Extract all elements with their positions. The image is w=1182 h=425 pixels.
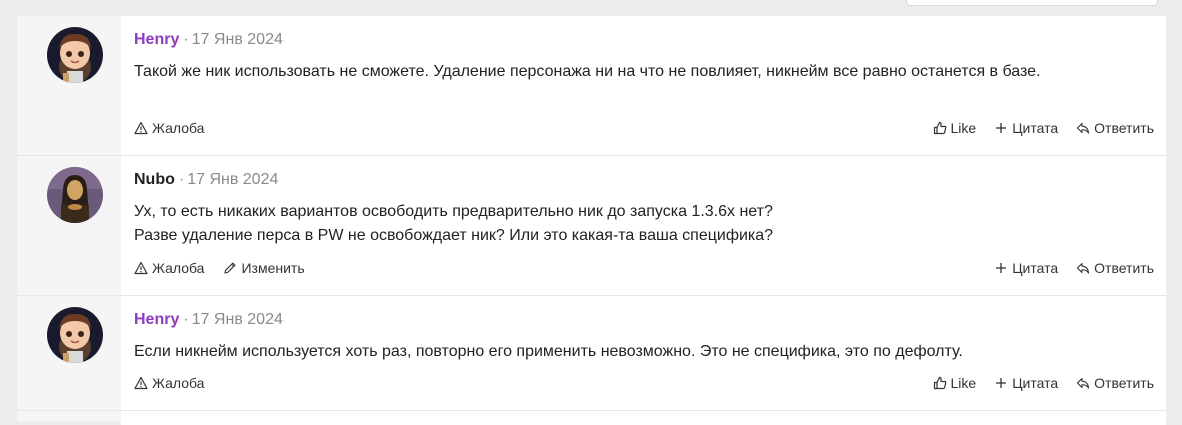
post-date[interactable]: 17 Янв 2024 bbox=[192, 311, 283, 328]
comment-post: Henry · 17 Янв 2024 Такой же ник использов… bbox=[17, 16, 1166, 156]
reply-arrow-icon bbox=[1077, 122, 1090, 134]
warning-triangle-icon bbox=[134, 121, 148, 135]
post-author-rail bbox=[17, 16, 121, 155]
quote-label: Цитата bbox=[1012, 260, 1059, 276]
quote-label: Цитата bbox=[1012, 375, 1059, 391]
reply-label: Ответить bbox=[1094, 260, 1154, 276]
warning-triangle-icon bbox=[134, 261, 148, 275]
post-actions: Жалоба Like Цитата Ответить bbox=[134, 118, 1154, 138]
post-author-rail bbox=[17, 156, 121, 295]
report-button[interactable]: Жалоба bbox=[134, 373, 204, 393]
post-date[interactable]: 17 Янв 2024 bbox=[192, 31, 283, 48]
meta-separator: · bbox=[183, 311, 189, 328]
report-label: Жалоба bbox=[152, 260, 205, 276]
thumbs-up-icon bbox=[933, 121, 946, 135]
like-label: Like bbox=[950, 375, 977, 391]
avatar[interactable] bbox=[47, 27, 103, 83]
warning-triangle-icon bbox=[134, 376, 148, 390]
report-label: Жалоба bbox=[152, 120, 205, 136]
pencil-icon bbox=[224, 262, 236, 274]
top-pagination-bar bbox=[17, 0, 1166, 16]
post-actions: Жалоба Like Цитата Ответить bbox=[134, 373, 1154, 393]
quote-button[interactable]: Цитата bbox=[994, 118, 1058, 138]
comment-post: Henry · 17 Янв 2024 Если никнейм используе… bbox=[17, 296, 1166, 411]
post-date[interactable]: 17 Янв 2024 bbox=[187, 171, 278, 188]
author-name[interactable]: Henry bbox=[134, 311, 179, 328]
like-button[interactable]: Like bbox=[933, 118, 977, 138]
comment-post bbox=[17, 411, 1166, 425]
post-meta: Henry · 17 Янв 2024 bbox=[134, 310, 1154, 330]
edit-button[interactable]: Изменить bbox=[223, 258, 305, 278]
like-label: Like bbox=[950, 120, 977, 136]
avatar[interactable] bbox=[47, 307, 103, 363]
comment-post: Nubo · 17 Янв 2024 Ух, то есть никаких вар… bbox=[17, 156, 1166, 296]
post-body: Henry · 17 Янв 2024 Если никнейм используе… bbox=[121, 296, 1166, 410]
quote-button[interactable]: Цитата bbox=[994, 258, 1058, 278]
reply-label: Ответить bbox=[1094, 375, 1154, 391]
post-actions: Жалоба Изменить Цитата Ответить bbox=[134, 258, 1154, 278]
reply-button[interactable]: Ответить bbox=[1076, 118, 1154, 138]
reply-button[interactable]: Ответить bbox=[1076, 258, 1154, 278]
reply-button[interactable]: Ответить bbox=[1076, 373, 1154, 393]
like-button[interactable]: Like bbox=[933, 373, 977, 393]
report-button[interactable]: Жалоба bbox=[134, 258, 204, 278]
plus-icon bbox=[996, 123, 1007, 133]
thumbs-up-icon bbox=[933, 376, 946, 390]
post-meta: Henry · 17 Янв 2024 bbox=[134, 30, 1154, 50]
quote-button[interactable]: Цитата bbox=[994, 373, 1058, 393]
author-name[interactable]: Nubo bbox=[134, 171, 175, 188]
author-name[interactable]: Henry bbox=[134, 31, 179, 48]
comment-thread: Henry · 17 Янв 2024 Такой же ник использов… bbox=[17, 16, 1166, 425]
plus-icon bbox=[996, 378, 1007, 388]
post-author-rail bbox=[17, 296, 121, 410]
post-author-rail bbox=[17, 411, 121, 421]
meta-separator: · bbox=[178, 171, 185, 188]
post-text-line: Разве удаление перса в PW не освобождает… bbox=[134, 227, 774, 244]
post-text: Такой же ник использовать не сможете. Уд… bbox=[134, 63, 1041, 80]
post-meta: Nubo · 17 Янв 2024 bbox=[134, 170, 1154, 190]
report-label: Жалоба bbox=[152, 375, 205, 391]
meta-separator: · bbox=[183, 31, 189, 48]
quote-label: Цитата bbox=[1012, 120, 1059, 136]
reply-label: Ответить bbox=[1094, 120, 1154, 136]
post-text-line: Ух, то есть никаких вариантов освободить… bbox=[134, 203, 773, 220]
reply-arrow-icon bbox=[1077, 262, 1090, 274]
edit-label: Изменить bbox=[241, 260, 305, 276]
post-body bbox=[121, 411, 1166, 425]
post-text: Если никнейм используется хоть раз, повт… bbox=[134, 343, 963, 360]
post-body: Henry · 17 Янв 2024 Такой же ник использов… bbox=[121, 16, 1166, 155]
plus-icon bbox=[996, 263, 1007, 273]
avatar[interactable] bbox=[47, 167, 103, 223]
report-button[interactable]: Жалоба bbox=[134, 118, 204, 138]
reply-arrow-icon bbox=[1077, 377, 1090, 389]
pagination-control[interactable] bbox=[906, 0, 1158, 6]
post-text: Ух, то есть никаких вариантов освободить… bbox=[134, 200, 1114, 248]
post-body: Nubo · 17 Янв 2024 Ух, то есть никаких вар… bbox=[121, 156, 1166, 295]
